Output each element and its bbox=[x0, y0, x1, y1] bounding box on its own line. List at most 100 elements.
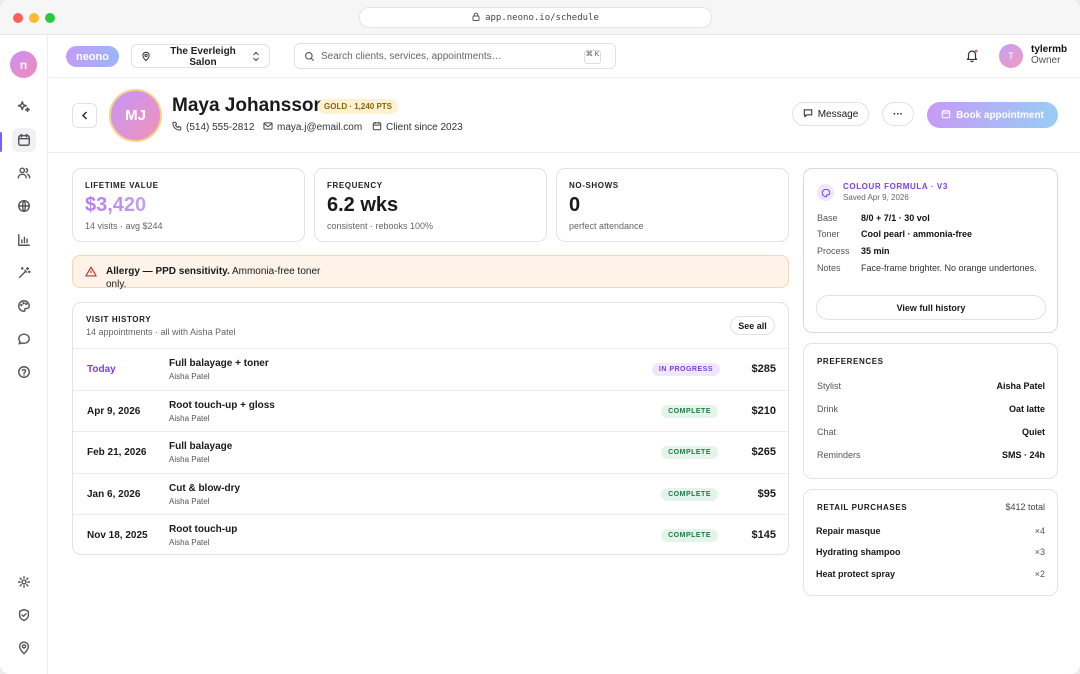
visit-date: Today bbox=[87, 364, 116, 375]
pref-stylist-value: Aisha Patel bbox=[996, 381, 1045, 391]
app-window: app.neono.io/schedule n neono The Everle… bbox=[0, 0, 1080, 674]
active-indicator bbox=[0, 132, 2, 152]
stat-card-frequency: FREQUENCY 6.2 wks consistent · rebooks 1… bbox=[314, 168, 547, 242]
visit-date: Nov 18, 2025 bbox=[87, 530, 148, 541]
preferences-card: PREFERENCES Stylist Aisha Patel Drink Oa… bbox=[803, 343, 1058, 479]
visit-stylist: Aisha Patel bbox=[169, 455, 210, 464]
globe-icon[interactable] bbox=[12, 194, 36, 218]
table-row[interactable]: Feb 21, 2026 Full balayage Aisha Patel C… bbox=[73, 431, 788, 473]
message-label: Message bbox=[817, 108, 859, 120]
pref-reminders-value: SMS · 24h bbox=[1001, 450, 1045, 460]
pref-drink-label: Drink bbox=[817, 404, 839, 414]
visit-stylist: Aisha Patel bbox=[169, 414, 210, 423]
visit-stylist: Aisha Patel bbox=[169, 372, 210, 381]
visit-service: Full balayage + toner bbox=[169, 358, 269, 369]
phone-number: (514) 555-2812 bbox=[186, 122, 255, 133]
table-row[interactable]: Apr 9, 2026 Root touch-up + gloss Aisha … bbox=[73, 390, 788, 432]
lock-icon bbox=[472, 12, 480, 24]
help-icon[interactable] bbox=[12, 360, 36, 384]
magic-wand-icon[interactable] bbox=[12, 261, 36, 285]
user-role: Owner bbox=[1031, 55, 1061, 66]
stat-card-no-shows: NO-SHOWS 0 perfect attendance bbox=[556, 168, 789, 242]
retail-item-qty: ×4 bbox=[1034, 526, 1045, 536]
sidebar-logo[interactable]: n bbox=[10, 51, 37, 78]
brand-logo[interactable]: neono bbox=[66, 46, 119, 67]
stat-label: FREQUENCY bbox=[327, 181, 383, 190]
formula-notes-value: Face-frame brighter. No orange undertone… bbox=[861, 263, 1037, 273]
message-button[interactable]: Message bbox=[792, 102, 869, 126]
visit-stylist: Aisha Patel bbox=[169, 497, 210, 506]
stat-value: 0 bbox=[569, 194, 581, 216]
sparkles-icon[interactable] bbox=[12, 95, 36, 119]
status-badge: IN PROGRESS bbox=[651, 363, 720, 376]
pref-reminders-label: Reminders bbox=[817, 450, 861, 460]
client-header: MJ Maya Johansson GOLD · 1,240 PTS (514)… bbox=[48, 78, 1080, 153]
url-bar[interactable]: app.neono.io/schedule bbox=[359, 7, 712, 28]
user-name: tylermb bbox=[1031, 44, 1068, 55]
palette-icon[interactable] bbox=[12, 294, 36, 318]
visit-service: Root touch-up + gloss bbox=[169, 400, 275, 411]
url-text: app.neono.io/schedule bbox=[485, 12, 599, 23]
search-placeholder: Search clients, services, appointments… bbox=[321, 50, 502, 62]
email-address: maya.j@email.com bbox=[277, 122, 363, 133]
retail-item-qty: ×3 bbox=[1034, 547, 1045, 557]
visit-history-subtitle: 14 appointments · all with Aisha Patel bbox=[86, 327, 236, 337]
status-badge: COMPLETE bbox=[661, 488, 718, 501]
notifications-bell-icon[interactable] bbox=[965, 48, 979, 68]
keyboard-shortcut-hint: ⌘ K bbox=[584, 50, 601, 64]
colour-formula-card: COLOUR FORMULA · V3 Saved Apr 9, 2026 Ba… bbox=[803, 168, 1058, 333]
calendar-small-icon bbox=[372, 121, 382, 134]
book-appointment-button[interactable]: Book appointment bbox=[927, 102, 1058, 128]
status-badge: COMPLETE bbox=[661, 446, 718, 459]
client-since-text: Client since 2023 bbox=[386, 122, 463, 133]
users-icon[interactable] bbox=[12, 161, 36, 185]
calendar-plus-icon bbox=[941, 109, 951, 122]
retail-item-name: Hydrating shampoo bbox=[816, 547, 901, 557]
bar-chart-icon[interactable] bbox=[12, 228, 36, 252]
formula-base-label: Base bbox=[817, 213, 838, 223]
top-bar: neono The Everleigh Salon Search clients… bbox=[48, 35, 1080, 78]
client-phone[interactable]: (514) 555-2812 bbox=[172, 121, 254, 134]
user-menu[interactable]: tylermb Owner bbox=[1031, 44, 1067, 66]
visit-amount: $265 bbox=[751, 446, 776, 458]
formula-process-value: 35 min bbox=[861, 246, 890, 256]
see-all-button[interactable]: See all bbox=[730, 316, 775, 335]
search-icon bbox=[304, 51, 315, 62]
stat-label: NO-SHOWS bbox=[569, 181, 619, 190]
table-row[interactable]: Today Full balayage + toner Aisha Patel … bbox=[73, 348, 788, 390]
mail-icon bbox=[263, 121, 273, 134]
stat-sub: 14 visits · avg $244 bbox=[85, 221, 163, 231]
palette-small-icon bbox=[817, 184, 834, 201]
visit-date: Jan 6, 2026 bbox=[87, 489, 141, 500]
loyalty-badge: GOLD · 1,240 PTS bbox=[318, 99, 399, 114]
location-icon[interactable] bbox=[12, 636, 36, 660]
salon-switcher[interactable]: The Everleigh Salon bbox=[131, 44, 270, 68]
calendar-icon[interactable] bbox=[12, 128, 36, 152]
settings-icon[interactable] bbox=[12, 570, 36, 594]
shield-icon[interactable] bbox=[12, 603, 36, 627]
back-button[interactable] bbox=[72, 103, 97, 128]
minimize-window-button[interactable] bbox=[29, 13, 39, 23]
visit-date: Apr 9, 2026 bbox=[87, 406, 141, 417]
formula-toner-value: Cool pearl · ammonia-free bbox=[861, 229, 973, 239]
user-avatar[interactable]: T bbox=[999, 44, 1023, 68]
close-window-button[interactable] bbox=[13, 13, 23, 23]
client-email[interactable]: maya.j@email.com bbox=[263, 121, 362, 134]
chat-icon[interactable] bbox=[12, 327, 36, 351]
visit-date: Feb 21, 2026 bbox=[87, 447, 147, 458]
more-options-button[interactable]: ··· bbox=[882, 102, 914, 126]
view-full-history-button[interactable]: View full history bbox=[816, 295, 1046, 320]
browser-titlebar: app.neono.io/schedule bbox=[0, 0, 1080, 35]
zoom-window-button[interactable] bbox=[45, 13, 55, 23]
stat-value: $3,420 bbox=[85, 194, 147, 216]
stat-label: LIFETIME VALUE bbox=[85, 181, 159, 190]
client-since: Client since 2023 bbox=[372, 121, 463, 134]
warning-icon bbox=[85, 266, 97, 280]
search-input[interactable]: Search clients, services, appointments… … bbox=[294, 43, 616, 69]
pref-chat-label: Chat bbox=[817, 427, 837, 437]
table-row[interactable]: Nov 18, 2025 Root touch-up Aisha Patel C… bbox=[73, 514, 788, 554]
visit-amount: $285 bbox=[751, 363, 776, 375]
table-row[interactable]: Jan 6, 2026 Cut & blow-dry Aisha Patel C… bbox=[73, 473, 788, 515]
message-icon bbox=[803, 108, 813, 121]
formula-title: COLOUR FORMULA · V3 bbox=[843, 182, 948, 191]
